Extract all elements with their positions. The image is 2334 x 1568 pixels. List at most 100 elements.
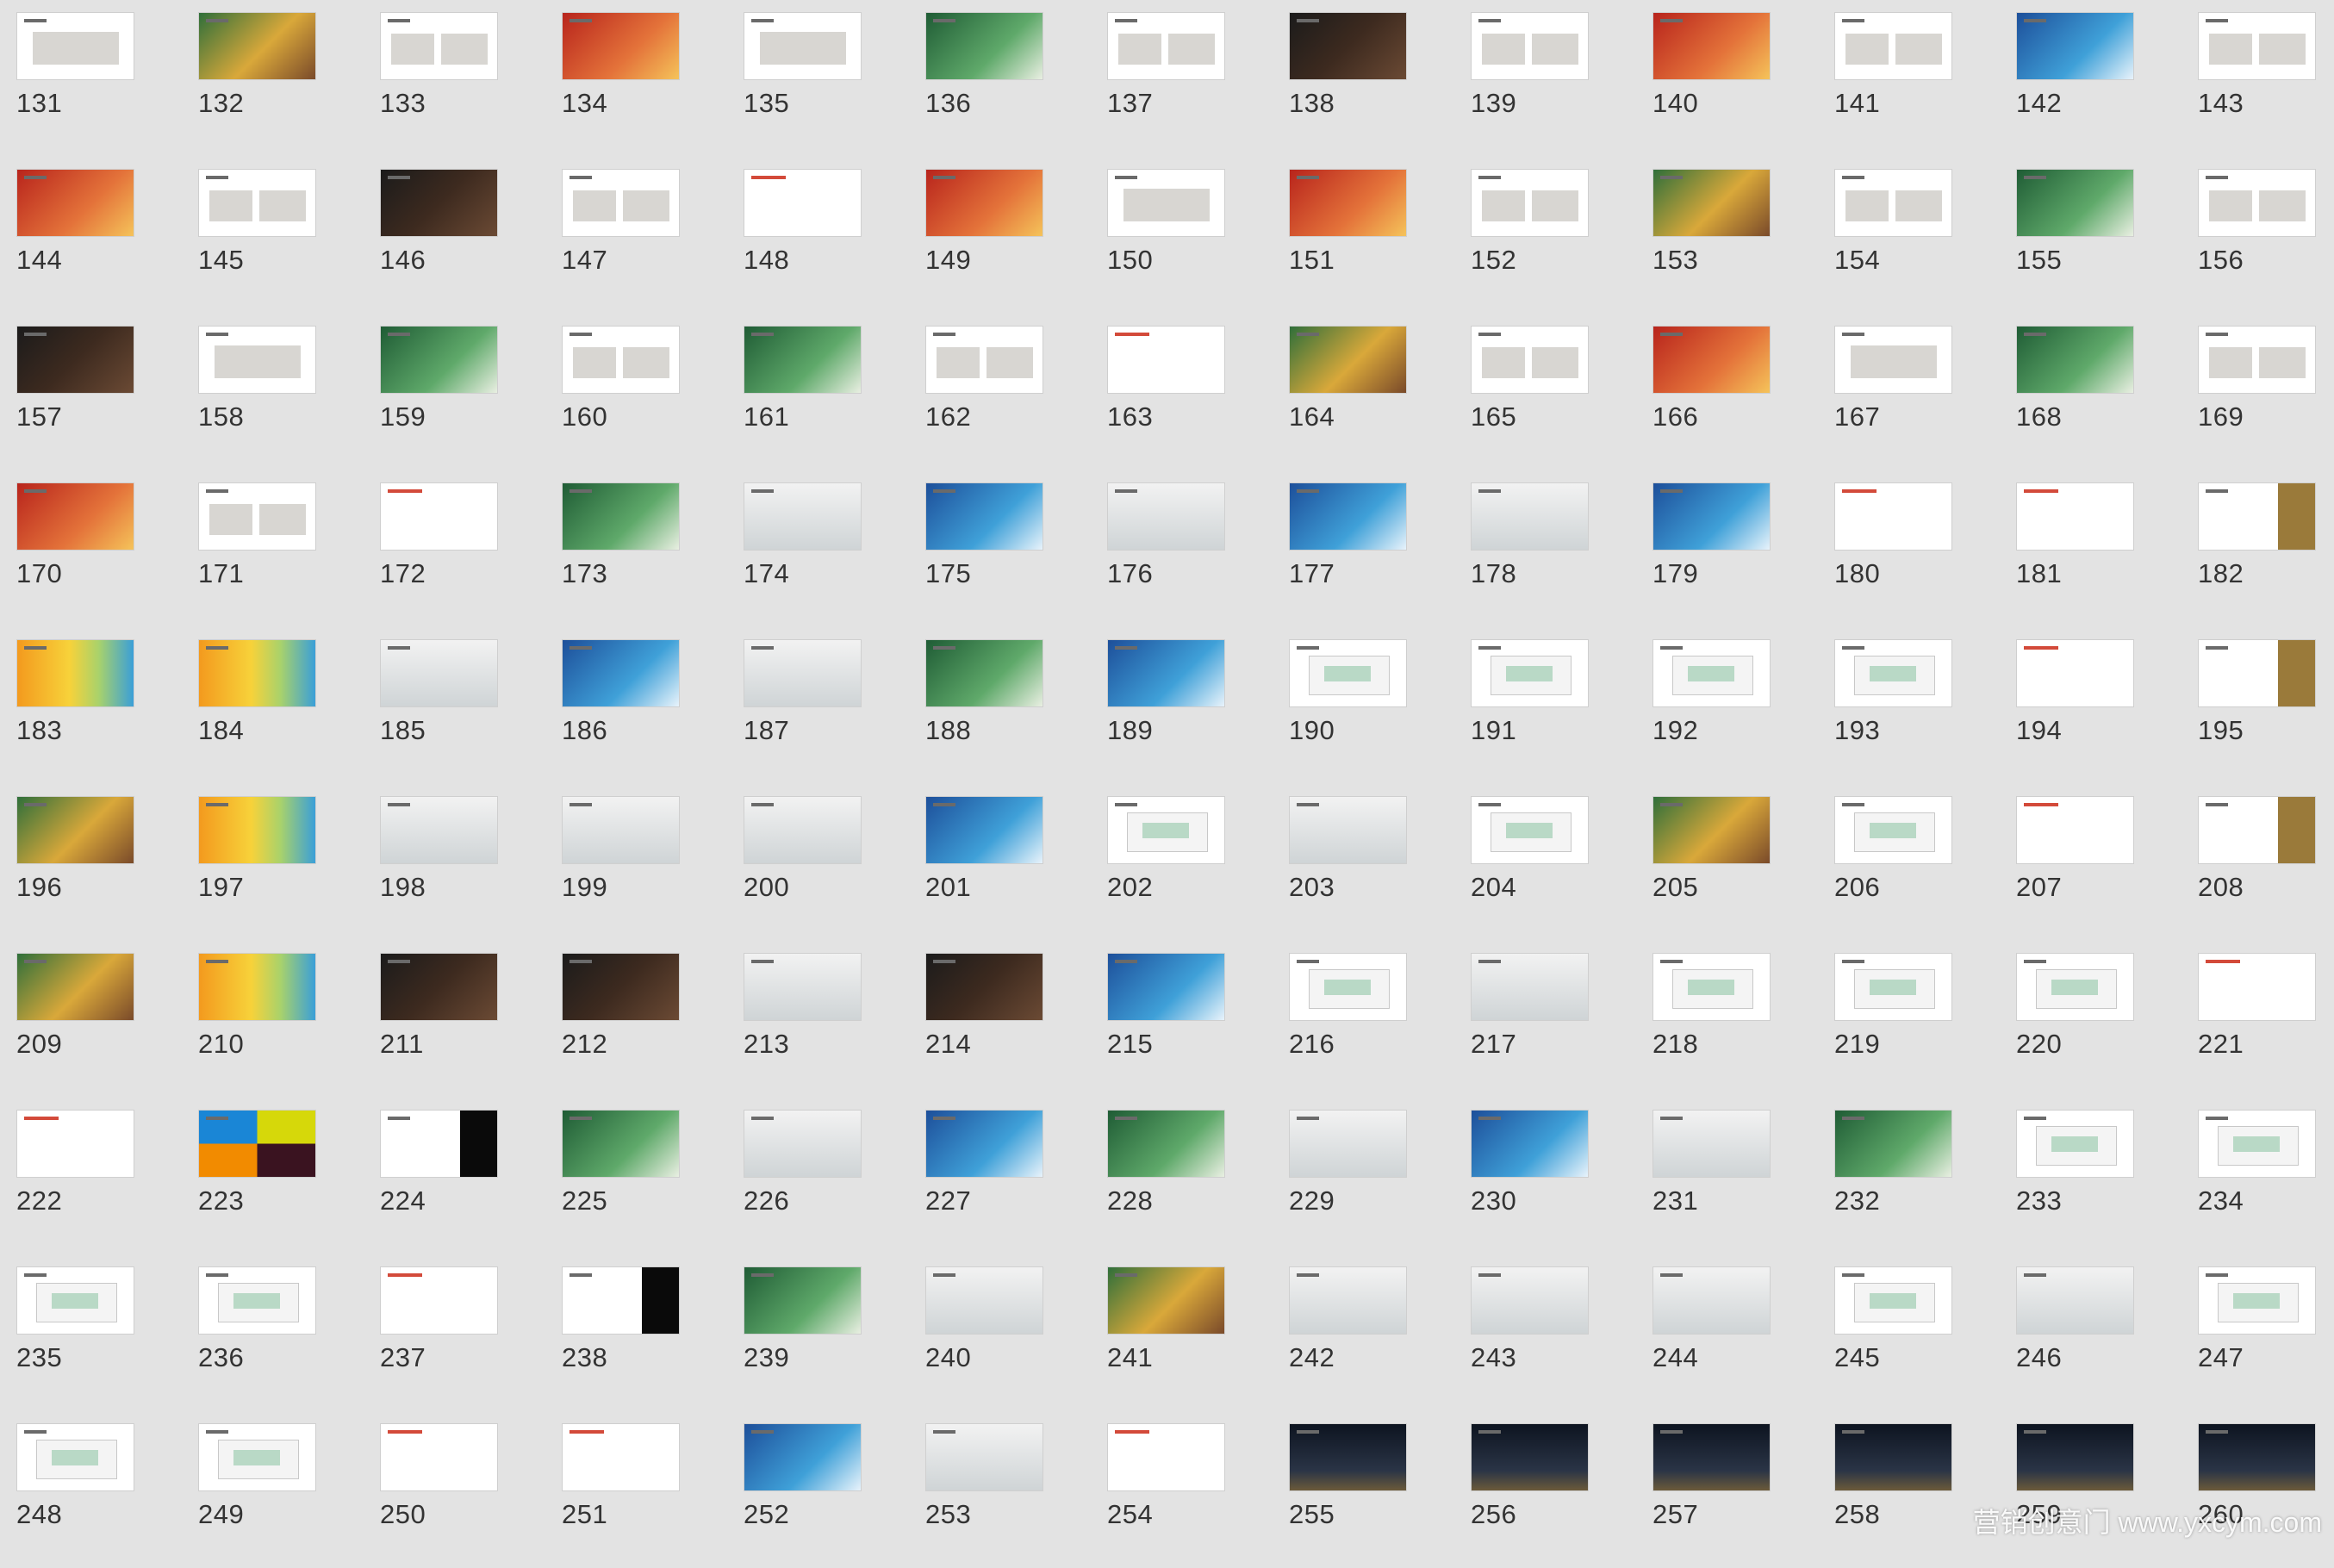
slide-thumbnail[interactable] — [2016, 1423, 2134, 1491]
slide-thumbnail-cell[interactable]: 259 — [2000, 1411, 2182, 1568]
slide-thumbnail-cell[interactable]: 230 — [1454, 1098, 1636, 1254]
slide-thumbnail-cell[interactable]: 150 — [1091, 157, 1273, 314]
slide-thumbnail[interactable] — [925, 1423, 1043, 1491]
slide-thumbnail[interactable] — [744, 1266, 862, 1335]
slide-thumbnail-cell[interactable]: 201 — [909, 784, 1091, 941]
slide-thumbnail-cell[interactable]: 228 — [1091, 1098, 1273, 1254]
slide-thumbnail[interactable] — [380, 1266, 498, 1335]
slide-thumbnail[interactable] — [380, 12, 498, 80]
slide-thumbnail[interactable] — [16, 482, 134, 551]
slide-thumbnail-cell[interactable]: 240 — [909, 1254, 1091, 1411]
slide-thumbnail[interactable] — [198, 326, 316, 394]
slide-thumbnail-cell[interactable]: 180 — [1818, 470, 2000, 627]
slide-thumbnail[interactable] — [1834, 1423, 1952, 1491]
slide-thumbnail-cell[interactable]: 260 — [2182, 1411, 2334, 1568]
slide-thumbnail-cell[interactable]: 184 — [182, 627, 364, 784]
slide-thumbnail[interactable] — [2016, 12, 2134, 80]
slide-thumbnail[interactable] — [2016, 639, 2134, 707]
slide-thumbnail[interactable] — [1471, 1266, 1589, 1335]
slide-thumbnail-cell[interactable]: 216 — [1273, 941, 1454, 1098]
slide-thumbnail[interactable] — [198, 482, 316, 551]
slide-thumbnail[interactable] — [744, 12, 862, 80]
slide-thumbnail[interactable] — [562, 1110, 680, 1178]
slide-thumbnail[interactable] — [2198, 169, 2316, 237]
slide-thumbnail[interactable] — [925, 1110, 1043, 1178]
slide-thumbnail-cell[interactable]: 203 — [1273, 784, 1454, 941]
slide-thumbnail-cell[interactable]: 173 — [545, 470, 727, 627]
slide-thumbnail[interactable] — [1289, 326, 1407, 394]
slide-thumbnail[interactable] — [1652, 482, 1771, 551]
slide-thumbnail-cell[interactable]: 218 — [1636, 941, 1818, 1098]
slide-thumbnail[interactable] — [1834, 796, 1952, 864]
slide-thumbnail-cell[interactable]: 131 — [0, 0, 182, 157]
slide-thumbnail[interactable] — [1652, 12, 1771, 80]
slide-thumbnail[interactable] — [1652, 639, 1771, 707]
slide-thumbnail[interactable] — [925, 1266, 1043, 1335]
slide-thumbnail[interactable] — [2198, 1423, 2316, 1491]
slide-thumbnail-cell[interactable]: 146 — [364, 157, 545, 314]
slide-thumbnail-cell[interactable]: 152 — [1454, 157, 1636, 314]
slide-thumbnail[interactable] — [16, 1423, 134, 1491]
slide-thumbnail[interactable] — [2198, 326, 2316, 394]
slide-thumbnail[interactable] — [1471, 1110, 1589, 1178]
slide-thumbnail-cell[interactable]: 178 — [1454, 470, 1636, 627]
slide-thumbnail[interactable] — [562, 796, 680, 864]
slide-thumbnail[interactable] — [1289, 12, 1407, 80]
slide-thumbnail[interactable] — [1834, 326, 1952, 394]
slide-thumbnail-cell[interactable]: 176 — [1091, 470, 1273, 627]
slide-thumbnail-cell[interactable]: 157 — [0, 314, 182, 470]
slide-thumbnail-cell[interactable]: 139 — [1454, 0, 1636, 157]
slide-thumbnail-cell[interactable]: 226 — [727, 1098, 909, 1254]
slide-thumbnail[interactable] — [2016, 326, 2134, 394]
slide-thumbnail-cell[interactable]: 217 — [1454, 941, 1636, 1098]
slide-thumbnail[interactable] — [1289, 639, 1407, 707]
slide-thumbnail[interactable] — [562, 482, 680, 551]
slide-thumbnail-cell[interactable]: 147 — [545, 157, 727, 314]
slide-thumbnail[interactable] — [1107, 482, 1225, 551]
slide-thumbnail-cell[interactable]: 137 — [1091, 0, 1273, 157]
slide-thumbnail-cell[interactable]: 159 — [364, 314, 545, 470]
slide-thumbnail[interactable] — [925, 169, 1043, 237]
slide-thumbnail[interactable] — [2198, 482, 2316, 551]
slide-thumbnail-cell[interactable]: 244 — [1636, 1254, 1818, 1411]
slide-thumbnail[interactable] — [925, 482, 1043, 551]
slide-thumbnail-cell[interactable]: 181 — [2000, 470, 2182, 627]
slide-thumbnail[interactable] — [198, 796, 316, 864]
slide-thumbnail-cell[interactable]: 141 — [1818, 0, 2000, 157]
slide-thumbnail-cell[interactable]: 170 — [0, 470, 182, 627]
slide-thumbnail-cell[interactable]: 239 — [727, 1254, 909, 1411]
slide-thumbnail-cell[interactable]: 204 — [1454, 784, 1636, 941]
slide-thumbnail-cell[interactable]: 188 — [909, 627, 1091, 784]
slide-thumbnail[interactable] — [1652, 169, 1771, 237]
slide-thumbnail[interactable] — [380, 796, 498, 864]
slide-thumbnail[interactable] — [925, 326, 1043, 394]
slide-thumbnail-cell[interactable]: 167 — [1818, 314, 2000, 470]
slide-thumbnail[interactable] — [2198, 1266, 2316, 1335]
slide-thumbnail-cell[interactable]: 208 — [2182, 784, 2334, 941]
slide-thumbnail-cell[interactable]: 255 — [1273, 1411, 1454, 1568]
slide-thumbnail-cell[interactable]: 222 — [0, 1098, 182, 1254]
slide-thumbnail-cell[interactable]: 172 — [364, 470, 545, 627]
slide-thumbnail-cell[interactable]: 253 — [909, 1411, 1091, 1568]
slide-thumbnail[interactable] — [1834, 639, 1952, 707]
slide-thumbnail-cell[interactable]: 242 — [1273, 1254, 1454, 1411]
slide-thumbnail[interactable] — [198, 1423, 316, 1491]
slide-thumbnail-cell[interactable]: 142 — [2000, 0, 2182, 157]
slide-thumbnail[interactable] — [562, 326, 680, 394]
slide-thumbnail-cell[interactable]: 163 — [1091, 314, 1273, 470]
slide-thumbnail-cell[interactable]: 175 — [909, 470, 1091, 627]
slide-thumbnail-cell[interactable]: 134 — [545, 0, 727, 157]
slide-thumbnail[interactable] — [1834, 1110, 1952, 1178]
slide-thumbnail[interactable] — [2198, 796, 2316, 864]
slide-thumbnail-cell[interactable]: 212 — [545, 941, 727, 1098]
slide-thumbnail[interactable] — [562, 169, 680, 237]
slide-thumbnail[interactable] — [1834, 169, 1952, 237]
slide-thumbnail-cell[interactable]: 210 — [182, 941, 364, 1098]
slide-thumbnail[interactable] — [562, 12, 680, 80]
slide-thumbnail[interactable] — [744, 169, 862, 237]
slide-thumbnail-cell[interactable]: 229 — [1273, 1098, 1454, 1254]
slide-thumbnail-cell[interactable]: 248 — [0, 1411, 182, 1568]
slide-thumbnail-cell[interactable]: 207 — [2000, 784, 2182, 941]
slide-thumbnail-cell[interactable]: 235 — [0, 1254, 182, 1411]
slide-thumbnail[interactable] — [1834, 953, 1952, 1021]
